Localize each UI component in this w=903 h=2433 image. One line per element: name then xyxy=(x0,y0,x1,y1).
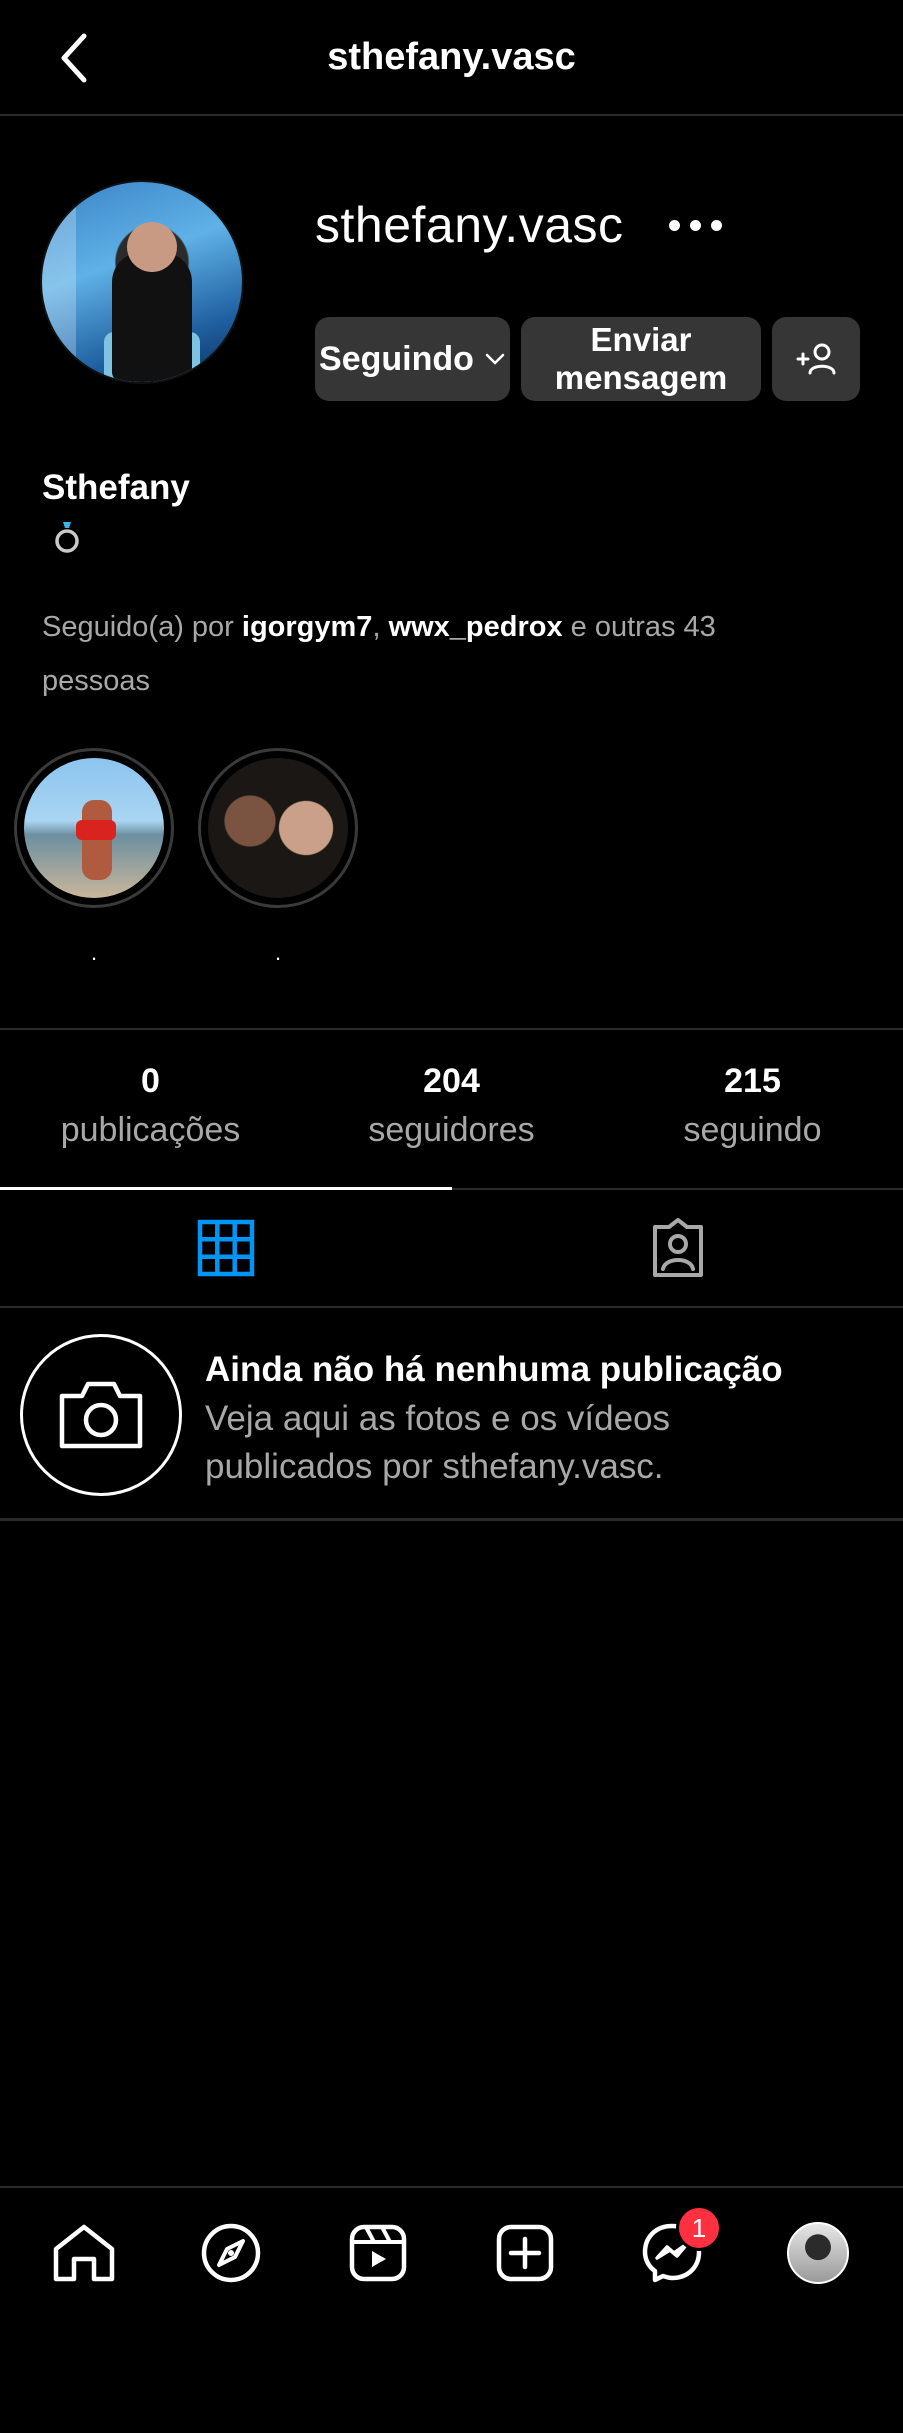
send-message-label-line2: mensagem xyxy=(554,359,728,396)
follower-link-1[interactable]: igorgym7 xyxy=(242,611,373,643)
following-button-label: Seguindo xyxy=(319,339,474,378)
page-title: sthefany.vasc xyxy=(327,36,576,78)
posts-label: publicações xyxy=(60,1111,241,1149)
divider xyxy=(0,1306,903,1308)
highlight-label-1: . xyxy=(90,940,98,965)
story-highlight-2[interactable] xyxy=(198,748,358,908)
tab-posts-grid[interactable] xyxy=(0,1190,451,1306)
grid-icon xyxy=(197,1219,254,1277)
bottom-nav-divider xyxy=(0,2186,903,2188)
reels-icon[interactable] xyxy=(343,2218,413,2288)
story-highlight-1[interactable] xyxy=(14,748,174,908)
camera-icon xyxy=(59,1381,143,1449)
follower-link-2[interactable]: wwx_pedrox xyxy=(389,611,563,643)
profile-avatar-icon xyxy=(787,2222,849,2284)
home-icon[interactable] xyxy=(49,2218,119,2288)
send-message-button[interactable]: Enviar mensagem xyxy=(521,317,761,401)
display-name: Sthefany xyxy=(42,468,190,507)
profile-username: sthefany.vasc xyxy=(315,197,624,253)
following-button[interactable]: Seguindo xyxy=(315,317,510,401)
following-label: seguindo xyxy=(683,1111,822,1149)
empty-state-description: Veja aqui as fotos e os vídeos publicado… xyxy=(205,1399,671,1486)
profile-tab[interactable] xyxy=(783,2218,853,2288)
explore-icon[interactable] xyxy=(196,2218,266,2288)
followers-stat[interactable]: 204 seguidores xyxy=(301,1062,602,1150)
profile-page: sthefany.vasc sthefany.vasc Seguindo Env… xyxy=(0,0,903,2433)
following-count: 215 xyxy=(724,1062,781,1100)
followers-label: seguidores xyxy=(368,1111,535,1149)
following-stat[interactable]: 215 seguindo xyxy=(602,1062,903,1150)
suggest-users-button[interactable] xyxy=(772,317,860,401)
tagged-icon xyxy=(652,1218,703,1277)
divider xyxy=(0,1518,903,1521)
empty-state-camera xyxy=(20,1334,182,1496)
top-bar: sthefany.vasc xyxy=(0,0,903,116)
highlight-label-2: . xyxy=(274,940,282,965)
divider xyxy=(0,1028,903,1030)
more-options-icon[interactable] xyxy=(660,210,730,240)
followed-by-separator: , xyxy=(372,611,389,643)
chevron-down-icon xyxy=(485,353,505,365)
posts-stat[interactable]: 0 publicações xyxy=(0,1062,301,1150)
empty-state-title: Ainda não há nenhuma publicação xyxy=(205,1350,783,1389)
send-message-label-line1: Enviar xyxy=(590,321,692,358)
posts-count: 0 xyxy=(141,1062,160,1100)
profile-avatar[interactable] xyxy=(40,180,244,384)
messenger-notification-badge: 1 xyxy=(676,2205,722,2251)
tab-tagged[interactable] xyxy=(452,1190,903,1306)
followed-by-prefix: Seguido(a) por xyxy=(42,611,242,643)
ring-emoji-icon xyxy=(55,522,79,553)
followed-by-text[interactable]: Seguido(a) por igorgym7, wwx_pedrox e ou… xyxy=(42,600,822,708)
followers-count: 204 xyxy=(423,1062,480,1100)
add-person-icon xyxy=(796,343,836,375)
create-icon[interactable] xyxy=(490,2218,560,2288)
